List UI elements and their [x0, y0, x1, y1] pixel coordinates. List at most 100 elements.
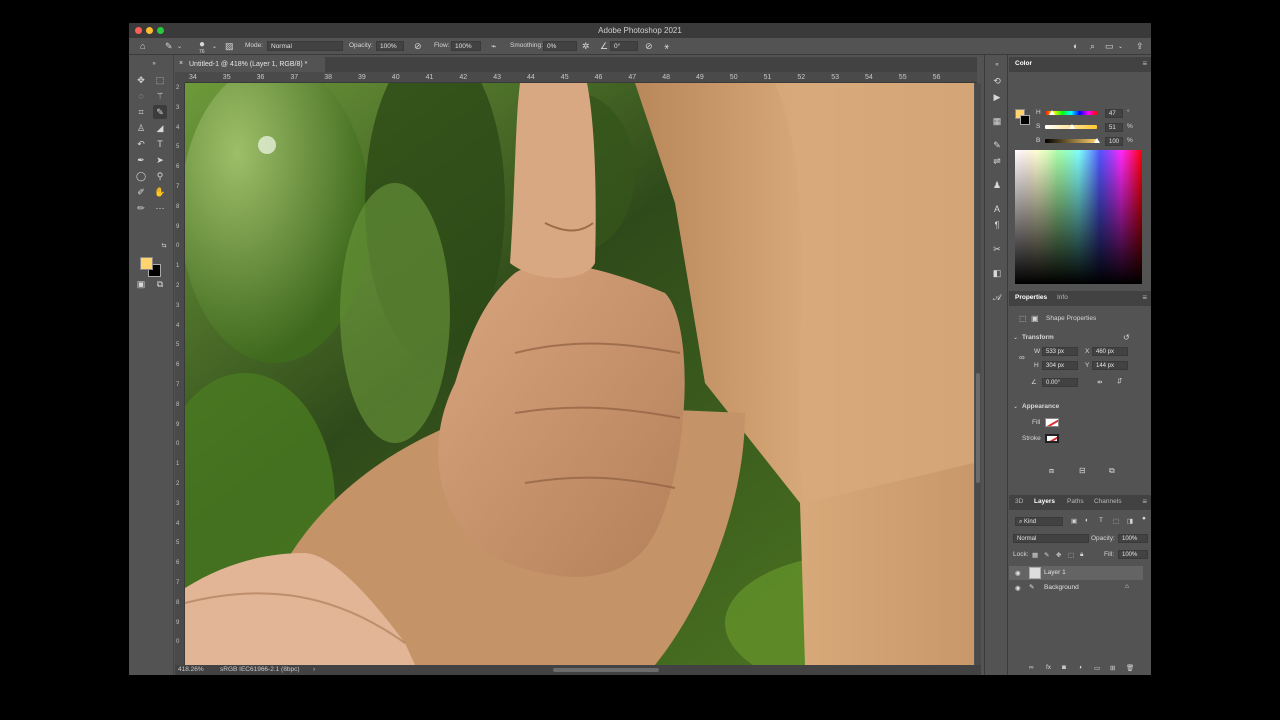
background-color-swatch[interactable]	[1020, 115, 1030, 125]
b-slider[interactable]	[1045, 138, 1100, 143]
slider-thumb[interactable]	[1068, 124, 1075, 129]
filter-adjustment-icon[interactable]: ◐	[1085, 517, 1089, 524]
horizontal-ruler[interactable]: 34 35 36 37 38 39 40 41 42 43 44 45 46 47 48 49 50 51 52 53…	[185, 72, 977, 83]
home-icon[interactable]: ⌂	[140, 41, 145, 51]
character-panel-icon[interactable]: A	[991, 203, 1003, 215]
swap-colors-icon[interactable]: ⇆	[157, 239, 171, 253]
angle-field[interactable]: 0°	[610, 41, 638, 51]
collapse-icon[interactable]: »	[147, 57, 161, 71]
slider-thumb[interactable]	[1048, 110, 1055, 115]
path-combine-icon[interactable]: ⧈	[1049, 466, 1054, 476]
gear-icon[interactable]: ✲	[582, 41, 590, 52]
trash-icon[interactable]: 🗑︎	[1126, 664, 1134, 672]
symmetry-icon[interactable]: ⚹	[664, 41, 669, 52]
flip-horizontal-icon[interactable]: ⇹	[1097, 378, 1102, 386]
filter-toggle-icon[interactable]: ●	[1142, 515, 1146, 522]
link-icon[interactable]: ∞	[1019, 353, 1025, 362]
layer-fill-field[interactable]: 100%	[1118, 550, 1148, 559]
document-tab[interactable]: × Untitled-1 @ 418% (Layer 1, RGB/8) *	[175, 57, 325, 72]
libraries-icon[interactable]: ◧	[991, 267, 1003, 279]
tab-3d[interactable]: 3D	[1012, 498, 1026, 505]
eyedropper-tool-icon[interactable]: ✐	[134, 185, 148, 199]
panel-menu-icon[interactable]: ≡	[1142, 59, 1147, 68]
lock-transparent-icon[interactable]: ▦	[1032, 551, 1038, 559]
glyphs-icon[interactable]: 𝒜	[991, 291, 1003, 303]
vertical-scrollbar[interactable]	[975, 83, 981, 665]
filter-pixel-icon[interactable]: ▣	[1071, 517, 1077, 525]
h-field[interactable]: 47	[1105, 109, 1123, 118]
new-group-icon[interactable]: ▭	[1094, 664, 1100, 672]
visibility-eye-icon[interactable]: ◉	[1015, 569, 1021, 577]
reset-icon[interactable]: ↺	[1123, 333, 1130, 342]
ellipse-tool-icon[interactable]: ◯	[134, 169, 148, 183]
pencil-tool-icon[interactable]: ✏	[134, 201, 148, 215]
tab-properties[interactable]: Properties	[1012, 294, 1050, 301]
crop-tool-icon[interactable]: ⌗	[134, 105, 148, 119]
chevron-down-icon[interactable]: ⌄	[1013, 334, 1018, 341]
b-field[interactable]: 100	[1105, 137, 1123, 146]
horizontal-scroll-thumb[interactable]	[553, 668, 659, 672]
brush-settings-icon[interactable]: ✎	[991, 139, 1003, 151]
eraser-tool-icon[interactable]: ◢	[153, 121, 167, 135]
zoom-level[interactable]: 418.26%	[178, 666, 204, 673]
y-field[interactable]: 144 px	[1092, 361, 1128, 370]
search-icon[interactable]: ⌕	[1090, 41, 1095, 52]
paragraph-icon[interactable]: ¶	[991, 219, 1003, 231]
s-slider[interactable]	[1045, 124, 1097, 129]
layer-name[interactable]: Layer 1	[1044, 569, 1066, 576]
add-mask-icon[interactable]: ◙	[1062, 664, 1066, 671]
fx-icon[interactable]: fx	[1046, 664, 1051, 671]
tab-info[interactable]: Info	[1054, 294, 1071, 301]
chevron-down-icon[interactable]: ⌄	[212, 43, 217, 50]
actions-play-icon[interactable]: ▶	[991, 91, 1003, 103]
visibility-eye-icon[interactable]: ◉	[1015, 584, 1021, 592]
link-layers-icon[interactable]: ∞	[1029, 664, 1034, 671]
pressure-opacity-icon[interactable]: ⊘	[414, 41, 422, 52]
filter-type-icon[interactable]: T	[1099, 517, 1103, 524]
marquee-tool-icon[interactable]: ⬚	[153, 73, 167, 87]
tab-channels[interactable]: Channels	[1091, 498, 1124, 505]
screen-mode-icon[interactable]: ⧉	[153, 277, 167, 291]
vertical-scroll-thumb[interactable]	[976, 373, 980, 483]
layer-opacity-field[interactable]: 100%	[1118, 534, 1148, 543]
panel-menu-icon[interactable]: ≡	[1142, 497, 1147, 506]
more-tools-icon[interactable]: ⋯	[153, 201, 167, 215]
type-tool-icon[interactable]: T	[153, 137, 167, 151]
path-align-icon[interactable]: ⊟	[1079, 466, 1086, 475]
magic-wand-tool-icon[interactable]: ⚚	[153, 89, 167, 103]
lock-pixels-icon[interactable]: ✎	[1044, 551, 1049, 559]
adjustment-layer-icon[interactable]: ◑	[1078, 664, 1082, 671]
path-select-tool-icon[interactable]: ➤	[153, 153, 167, 167]
layer-row-background[interactable]: ◉ ✎ Background ⌂	[1009, 581, 1143, 595]
h-dim-field[interactable]: 304 px	[1042, 361, 1078, 370]
stamp-tool-icon[interactable]: ♙	[134, 121, 148, 135]
vertical-ruler[interactable]: 2 3 4 5 6 7 8 9 0 1 2 3 4 5 6 7 8 9 0 1 2 3 4 5 6 7 8 9 0	[175, 83, 185, 665]
collapse-dock-icon[interactable]: «	[991, 59, 1003, 71]
brush-tool-icon[interactable]: ✎	[165, 41, 173, 52]
smoothing-field[interactable]: 0%	[543, 41, 577, 51]
zoom-tool-icon[interactable]: ⚲	[153, 169, 167, 183]
share-icon[interactable]: ◐	[1073, 41, 1078, 51]
angle-field[interactable]: 0.00°	[1042, 378, 1078, 387]
new-layer-icon[interactable]: ⊞	[1110, 664, 1115, 672]
move-tool-icon[interactable]: ✥	[134, 73, 148, 87]
flow-field[interactable]: 100%	[451, 41, 481, 51]
opacity-field[interactable]: 100%	[376, 41, 404, 51]
status-menu-arrow[interactable]: ›	[313, 666, 315, 673]
close-tab-icon[interactable]: ×	[179, 60, 183, 67]
hand-tool-icon[interactable]: ✋	[153, 185, 167, 199]
quick-mask-icon[interactable]: ▣	[134, 277, 148, 291]
foreground-color-swatch[interactable]	[140, 257, 153, 270]
lock-all-icon[interactable]: 🔒︎	[1080, 551, 1083, 559]
history-brush-tool-icon[interactable]: ↶	[134, 137, 148, 151]
tools-icon[interactable]: ✂	[991, 243, 1003, 255]
flip-vertical-icon[interactable]: ⇵	[1117, 377, 1122, 385]
fill-swatch[interactable]	[1045, 418, 1059, 427]
table-icon[interactable]: ▦	[991, 115, 1003, 127]
chevron-down-icon[interactable]: ⌄	[177, 43, 182, 50]
x-field[interactable]: 460 px	[1092, 347, 1128, 356]
character-icon[interactable]: ♟	[991, 179, 1003, 191]
history-icon[interactable]: ⟲	[991, 75, 1003, 87]
mode-select[interactable]: Normal	[267, 41, 343, 51]
filter-shape-icon[interactable]: ⬚	[1113, 517, 1119, 525]
